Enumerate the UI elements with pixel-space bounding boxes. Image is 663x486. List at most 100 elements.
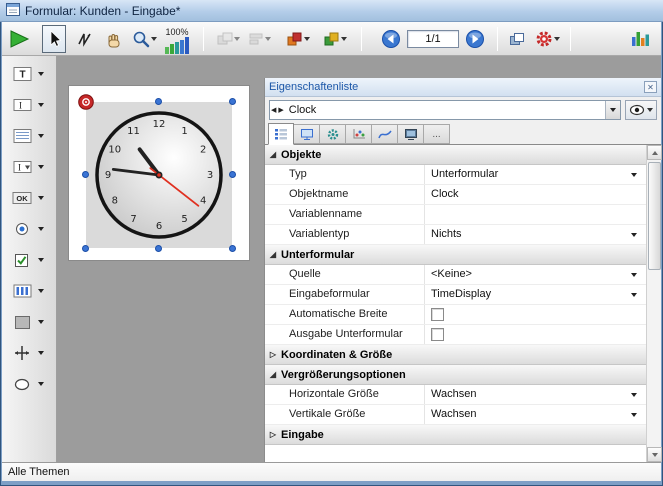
svg-text:8: 8 (112, 196, 118, 207)
border-color-button[interactable] (322, 25, 349, 53)
typ-dropdown[interactable]: Unterformular (425, 165, 646, 184)
chevron-down-icon[interactable] (38, 165, 44, 169)
objektname-field[interactable]: Clock (425, 185, 646, 204)
scrollbar-thumb[interactable] (648, 162, 661, 270)
toolbar-control-button[interactable] (9, 278, 35, 304)
resize-handle[interactable] (229, 171, 236, 178)
chevron-down-icon[interactable] (38, 320, 44, 324)
color-squares-icon (324, 32, 340, 46)
svg-text:6: 6 (156, 221, 162, 232)
section-header-objekte[interactable]: ◢ Objekte (265, 145, 646, 165)
chevron-down-icon[interactable] (38, 258, 44, 262)
combobox-control-button[interactable]: I (9, 154, 35, 180)
automatische-breite-checkbox[interactable] (431, 308, 444, 321)
text-field-control-button[interactable]: I (9, 92, 35, 118)
variablentyp-dropdown[interactable]: Nichts (425, 225, 646, 244)
chevron-down-icon[interactable] (38, 103, 44, 107)
chevron-down-icon[interactable] (38, 72, 44, 76)
section-header-vergroesserungsoptionen[interactable]: ◢ Vergrößerungsoptionen (265, 365, 646, 385)
chevron-down-icon (631, 393, 637, 397)
resize-handle[interactable] (155, 98, 162, 105)
button-control-button[interactable]: OK (9, 185, 35, 211)
chevron-down-icon[interactable] (38, 134, 44, 138)
resize-handle[interactable] (229, 245, 236, 252)
charts-button[interactable] (629, 25, 653, 53)
svg-text:I: I (19, 101, 22, 111)
prev-object-icon[interactable]: ◀ (270, 106, 277, 114)
chevron-down-icon (554, 37, 560, 41)
resize-handle[interactable] (229, 98, 236, 105)
chevron-down-icon[interactable] (38, 196, 44, 200)
page-indicator[interactable]: 1/1 (407, 30, 459, 48)
visibility-filter-button[interactable] (625, 100, 657, 120)
panel-header[interactable]: Eigenschaftenliste ✕ (265, 78, 661, 97)
listbox-control-button[interactable] (9, 123, 35, 149)
settings-button[interactable] (533, 25, 562, 53)
align-objects-button[interactable] (246, 25, 273, 53)
group-objects-button[interactable] (215, 25, 242, 53)
section-header-koordinaten[interactable]: ▷ Koordinaten & Größe (265, 345, 646, 365)
property-row-quelle: Quelle <Keine> (265, 265, 646, 285)
chevron-down-icon (631, 233, 637, 237)
svg-text:T: T (19, 70, 25, 81)
titlebar[interactable]: Formular: Kunden - Eingabe* (0, 0, 663, 22)
tab-display[interactable] (294, 124, 320, 144)
run-form-button[interactable] (6, 25, 32, 53)
vertikale-groesse-dropdown[interactable]: Wachsen (425, 405, 646, 424)
scroll-down-button[interactable] (647, 447, 662, 462)
chevron-down-icon[interactable] (38, 382, 44, 386)
tab-order-tool-button[interactable] (74, 25, 98, 53)
horizontale-groesse-dropdown[interactable]: Wachsen (425, 385, 646, 404)
svg-text:7: 7 (130, 214, 136, 225)
clock-widget[interactable]: 12 1 2 3 4 5 6 7 8 9 10 11 (86, 102, 232, 248)
splitter-control-button[interactable] (9, 340, 35, 366)
previous-page-button[interactable] (379, 25, 403, 53)
panel-scrollbar[interactable] (646, 145, 661, 462)
chevron-down-icon[interactable] (38, 289, 44, 293)
tab-screen[interactable] (398, 124, 424, 144)
color-squares-icon (287, 32, 303, 46)
fill-color-button[interactable] (285, 25, 312, 53)
cursor-arrow-icon (45, 30, 63, 48)
chevron-down-icon[interactable] (38, 227, 44, 231)
zoom-tool-button[interactable] (130, 25, 159, 53)
variablenname-field[interactable] (425, 205, 646, 224)
eingabeformular-dropdown[interactable]: TimeDisplay (425, 285, 646, 304)
section-header-unterformular[interactable]: ◢ Unterformular (265, 245, 646, 265)
resize-handle[interactable] (82, 245, 89, 252)
scroll-up-button[interactable] (647, 145, 662, 160)
resize-handle[interactable] (155, 245, 162, 252)
tab-settings[interactable] (320, 124, 346, 144)
form-surface[interactable]: 12 1 2 3 4 5 6 7 8 9 10 11 (68, 85, 250, 261)
layers-button[interactable] (505, 25, 529, 53)
pointer-tool-button[interactable] (42, 25, 66, 53)
ausgabe-unterformular-checkbox[interactable] (431, 328, 444, 341)
separator (497, 27, 498, 51)
frame-control-button[interactable] (9, 309, 35, 335)
resize-handle[interactable] (82, 171, 89, 178)
next-page-button[interactable] (463, 25, 487, 53)
chevron-down-icon[interactable] (38, 351, 44, 355)
zoom-level-indicator[interactable]: 100% (165, 24, 189, 54)
property-row-vertikale-groesse: Vertikale Größe Wachsen (265, 405, 646, 425)
quelle-dropdown[interactable]: <Keine> (425, 265, 646, 284)
tab-chart[interactable] (346, 124, 372, 144)
property-grid: ◢ Objekte Typ Unterformular Objektname C… (265, 145, 661, 462)
next-object-icon[interactable]: ▶ (277, 106, 284, 114)
radio-control-button[interactable] (9, 216, 35, 242)
svg-text:5: 5 (181, 214, 187, 225)
chevron-down-icon[interactable] (605, 101, 620, 119)
checkbox-control-button[interactable] (9, 247, 35, 273)
close-panel-button[interactable]: ✕ (644, 81, 657, 93)
selected-object-name: Clock (285, 104, 605, 116)
prev-circle-icon (381, 29, 401, 49)
property-row-objektname: Objektname Clock (265, 185, 646, 205)
label-control-button[interactable]: T (9, 61, 35, 87)
ellipse-control-button[interactable] (9, 371, 35, 397)
object-selector[interactable]: ◀ ▶ Clock (269, 100, 621, 120)
tab-properties[interactable] (268, 123, 294, 145)
tab-curve[interactable] (372, 124, 398, 144)
section-header-eingabe[interactable]: ▷ Eingabe (265, 425, 646, 445)
pan-tool-button[interactable] (102, 25, 126, 53)
tab-more[interactable]: ... (424, 124, 450, 144)
